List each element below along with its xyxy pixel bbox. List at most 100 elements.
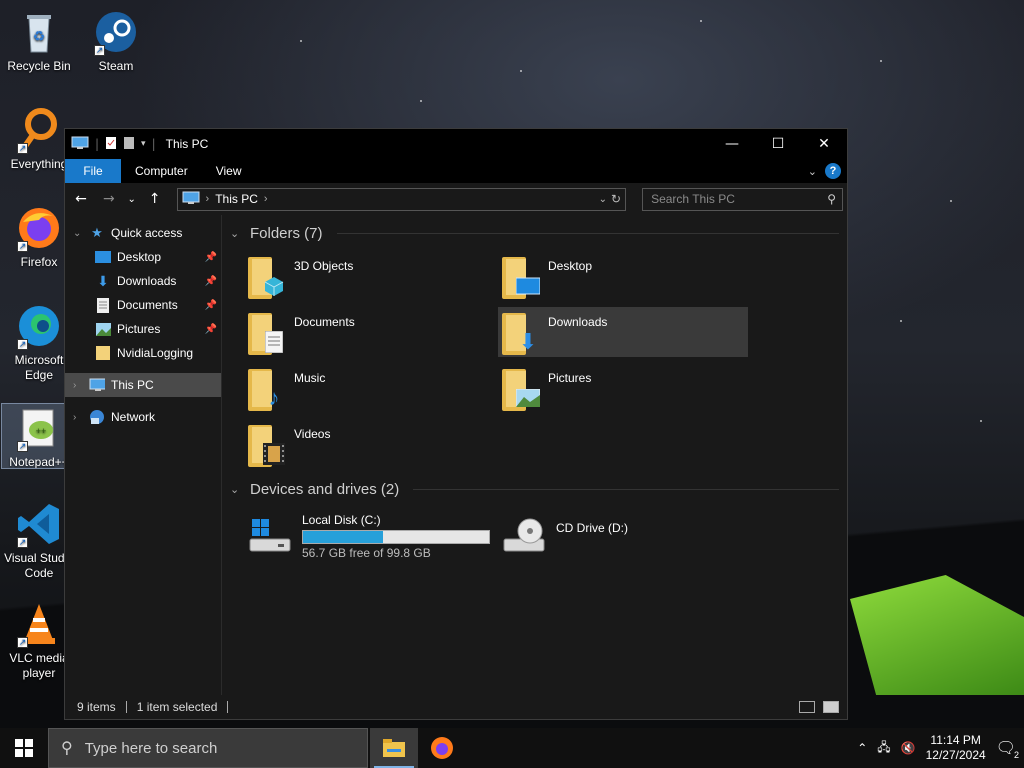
firefox-icon: ↗ [15,204,63,252]
pin-icon: 📌 [204,299,217,311]
nav-network[interactable]: › Network [65,405,221,429]
nav-item-pictures[interactable]: Pictures 📌 [65,317,221,341]
expand-chevron-icon[interactable]: ⌄ [73,228,89,239]
pin-icon: 📌 [204,323,217,335]
drive-local-disk-c[interactable]: Local Disk (C:) 56.7 GB free of 99.8 GB [244,509,498,563]
svg-text:++: ++ [36,426,47,436]
refresh-icon[interactable]: ↻ [611,192,621,206]
recycle-bin-icon: ♻ [15,8,63,56]
show-hidden-icons-chevron-icon[interactable]: ⌃ [857,741,867,755]
nav-item-desktop[interactable]: Desktop 📌 [65,245,221,269]
maximize-button[interactable]: ☐ [755,129,801,159]
star-icon: ★ [91,225,103,240]
folder-pictures[interactable]: Pictures [498,363,748,413]
notepadpp-icon: ++ ↗ [15,404,63,452]
computer-icon [71,136,89,153]
taskbar-firefox[interactable] [418,728,466,768]
clock[interactable]: 11:14 PM 12/27/2024 [926,733,986,763]
nav-item-downloads[interactable]: ⬇ Downloads 📌 [65,269,221,293]
folder-downloads[interactable]: ⬇ Downloads [498,307,748,357]
breadcrumb-this-pc[interactable]: This PC [215,192,258,206]
close-button[interactable]: ✕ [801,129,847,159]
taskbar-file-explorer[interactable] [370,728,418,768]
expand-ribbon-icon[interactable]: ⌄ [808,165,817,178]
tab-file[interactable]: File [65,159,121,183]
nav-item-documents[interactable]: Documents 📌 [65,293,221,317]
item-count: 9 items [77,700,116,714]
desktop-folder-icon [502,257,540,299]
title-bar[interactable]: | ▾ | This PC — ☐ ✕ [65,129,847,159]
forward-button[interactable]: → [97,187,121,211]
folder-music[interactable]: ♪ Music [244,363,494,413]
ribbon-tabs: File Computer View ⌄ ? [65,159,847,183]
videos-folder-icon [248,425,286,467]
start-button[interactable] [0,728,48,768]
status-bar: 9 items 1 item selected [65,695,847,719]
new-folder-icon[interactable] [123,136,135,153]
windows-logo-icon [15,739,33,757]
this-pc-icon [182,191,200,208]
expand-chevron-icon[interactable]: › [73,380,89,391]
back-button[interactable]: ← [69,187,93,211]
recent-locations-button[interactable]: ⌄ [125,187,139,211]
cd-drive-icon [502,513,546,557]
quick-access-toolbar: | ▾ | [71,136,156,153]
nav-item-nvidialogging[interactable]: NvidiaLogging [65,341,221,365]
minimize-button[interactable]: — [709,129,755,159]
drives-group-header[interactable]: ⌄ Devices and drives (2) [230,477,839,501]
folder-desktop[interactable]: Desktop [498,251,748,301]
nav-this-pc[interactable]: › This PC [65,373,221,397]
collapse-chevron-icon[interactable]: ⌄ [230,227,244,240]
navigation-pane: ⌄ ★ Quick access Desktop 📌 ⬇ Downloads 📌… [65,215,221,695]
tab-view[interactable]: View [202,159,256,183]
pin-icon: 📌 [204,251,217,263]
help-icon[interactable]: ? [825,163,841,179]
notifications-icon[interactable]: 🗨 2 [996,738,1019,760]
breadcrumb-separator-icon[interactable]: › [264,193,268,205]
folder-icon [95,345,111,361]
details-view-button[interactable] [799,701,815,713]
taskbar: ⚲ Type here to search ⌃ 🖧 🔇 11:14 PM 12/… [0,728,1024,768]
search-icon: ⚲ [827,192,837,206]
tab-computer[interactable]: Computer [121,159,202,183]
large-icons-view-button[interactable] [823,701,839,713]
customize-qat-icon[interactable]: ▾ [141,139,146,149]
everything-icon: ↗ [15,106,63,154]
address-bar[interactable]: › This PC › ⌄ ↻ [176,187,627,211]
navigation-bar: ← → ⌄ ↑ › This PC › ⌄ ↻ Search This PC ⚲ [65,183,847,215]
search-icon: ⚲ [61,740,73,757]
content-pane: ⌄ Folders (7) 3D Objects Desktop Documen… [221,215,847,695]
collapse-chevron-icon[interactable]: ⌄ [230,483,244,496]
selection-count: 1 item selected [136,700,218,714]
nav-quick-access[interactable]: ⌄ ★ Quick access [65,221,221,245]
up-button[interactable]: ↑ [143,187,167,211]
search-box[interactable]: Search This PC ⚲ [642,187,844,211]
folder-documents[interactable]: Documents [244,307,494,357]
drive-cd-d[interactable]: CD Drive (D:) [498,509,752,563]
desktop-folder-icon [95,249,111,265]
desktop-icon-recycle-bin[interactable]: ♻ Recycle Bin [1,8,77,74]
desktop-icon-steam[interactable]: ↗ Steam [78,8,154,74]
search-placeholder: Search This PC [651,192,735,206]
this-pc-icon [89,377,105,393]
download-arrow-icon: ⬇ [97,272,109,289]
vscode-icon: ↗ [15,500,63,548]
expand-chevron-icon[interactable]: › [73,412,89,423]
window-title: This PC [165,137,209,151]
3d-objects-folder-icon [248,257,286,299]
pin-icon: 📌 [204,275,217,287]
folders-group-header[interactable]: ⌄ Folders (7) [230,221,839,245]
volume-muted-icon[interactable]: 🔇 [901,741,916,755]
system-tray: ⌃ 🖧 🔇 11:14 PM 12/27/2024 🗨 2 [857,728,1024,768]
steam-icon: ↗ [92,8,140,56]
breadcrumb-separator-icon[interactable]: › [206,193,210,205]
folder-3d-objects[interactable]: 3D Objects [244,251,494,301]
folders-grid: 3D Objects Desktop Documents ⬇ Downloads… [230,251,839,469]
properties-icon[interactable] [105,136,117,153]
taskbar-search-box[interactable]: ⚲ Type here to search [48,728,368,768]
network-status-icon[interactable]: 🖧 [877,738,890,759]
file-explorer-icon [383,739,405,757]
address-dropdown-icon[interactable]: ⌄ [599,194,607,205]
network-icon [89,409,105,425]
folder-videos[interactable]: Videos [244,419,494,469]
